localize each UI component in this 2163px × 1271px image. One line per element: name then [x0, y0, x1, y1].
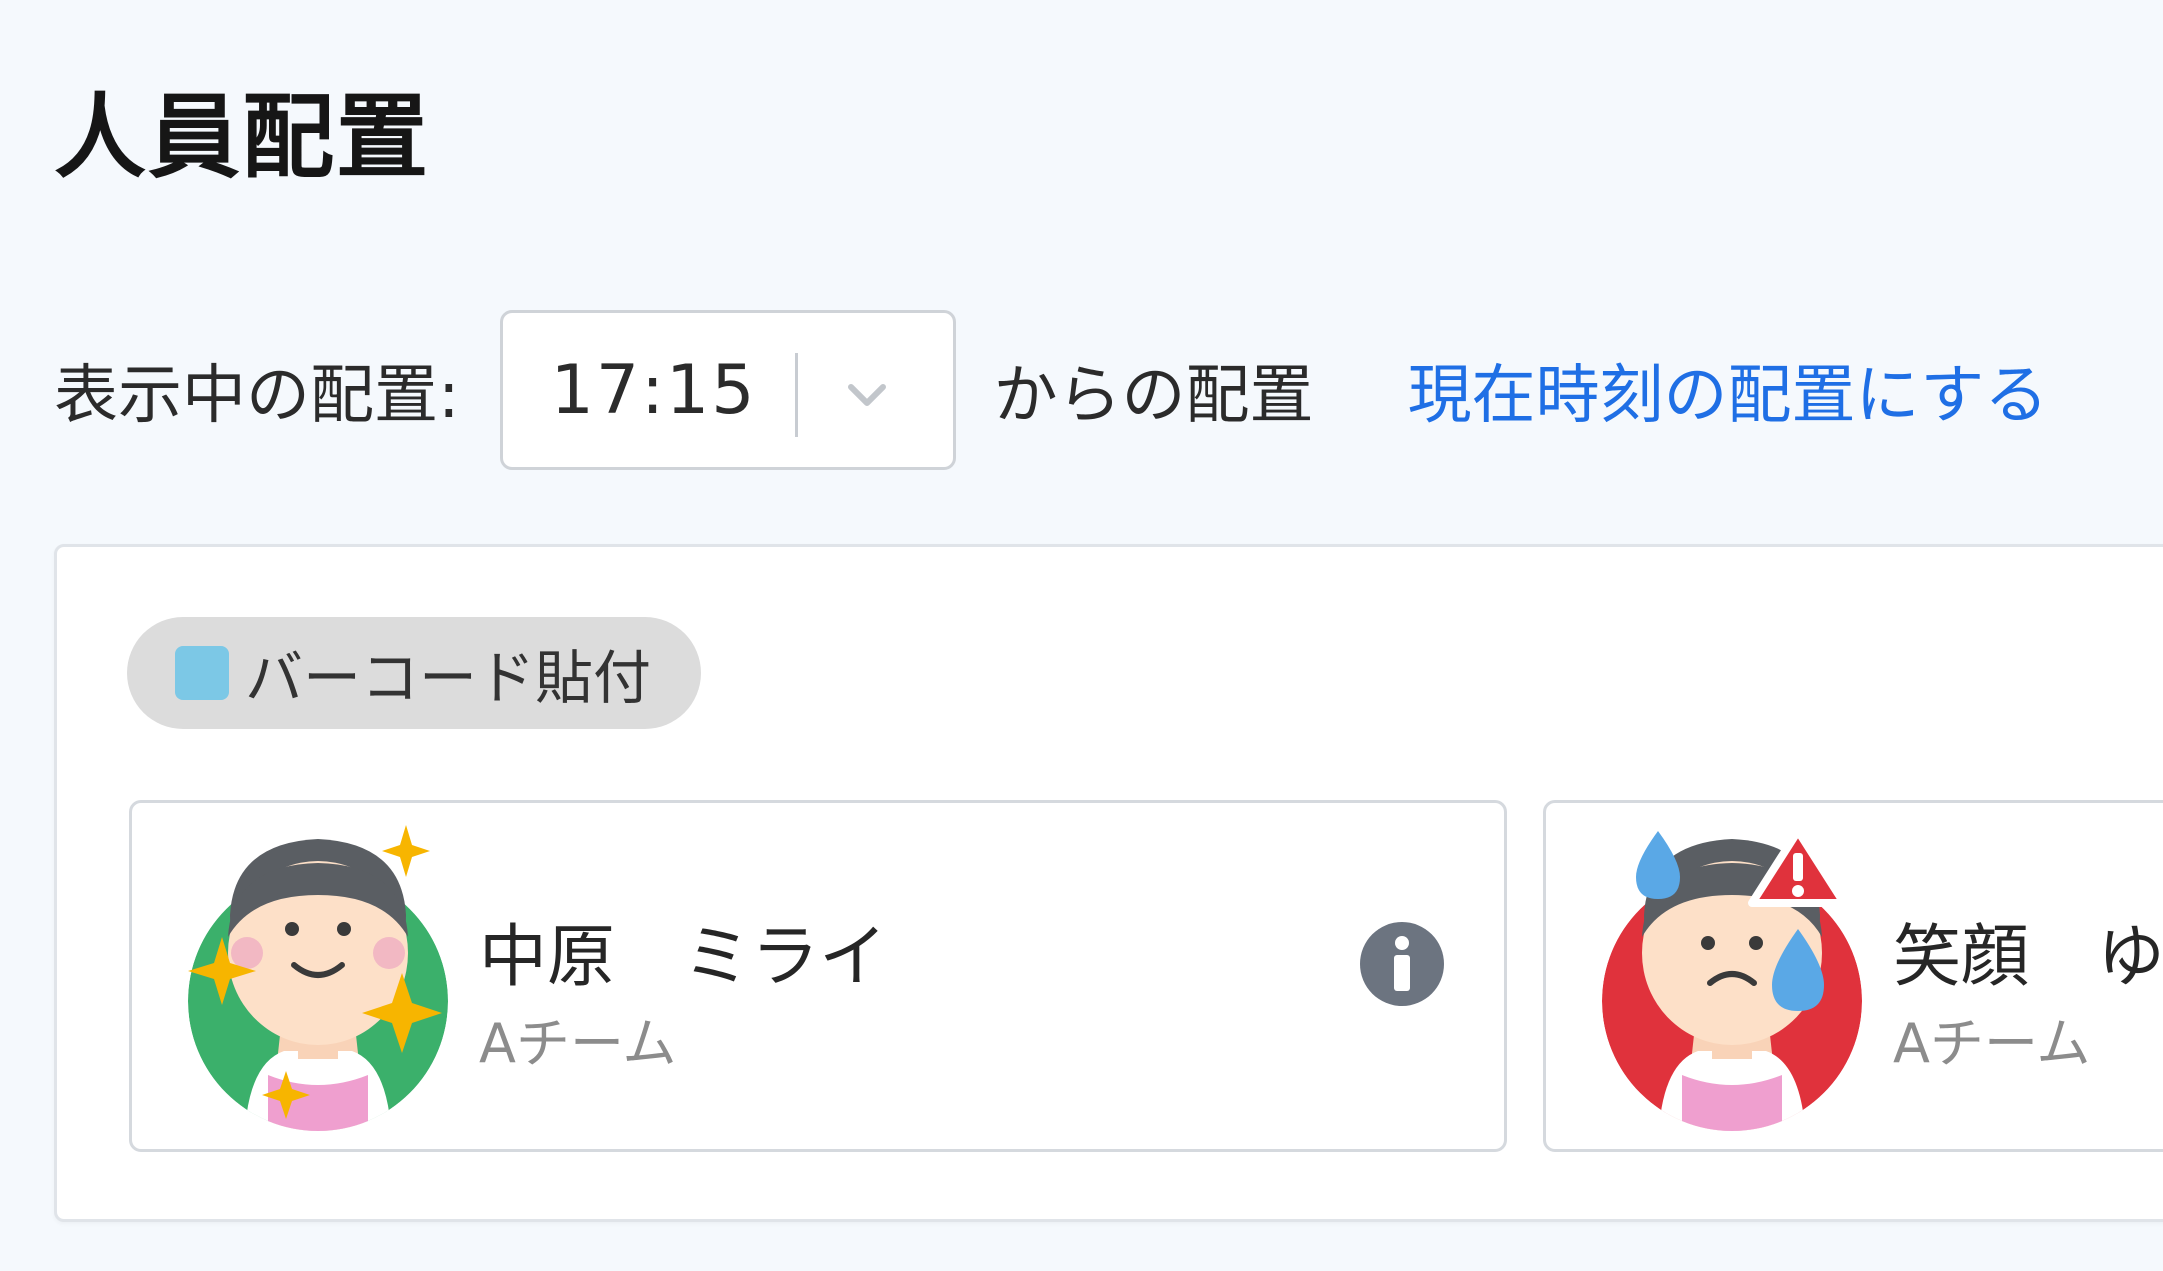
set-current-time-link[interactable]: 現在時刻の配置にする	[1408, 344, 2049, 436]
staff-card[interactable]: 中原 ミライ Aチーム	[129, 800, 1507, 1152]
task-label: バーコード貼付	[245, 644, 652, 712]
page-title: 人員配置	[54, 84, 431, 191]
staff-card[interactable]: 笑顔 ゆ Aチーム	[1543, 800, 2163, 1152]
task-chip[interactable]: バーコード貼付	[127, 617, 702, 729]
worried-staff-avatar-icon	[1602, 827, 1862, 1131]
time-select-value: 17:15	[550, 350, 757, 430]
select-divider	[794, 353, 798, 437]
arrangement-panel: バーコード貼付 中原 ミライ Aチーム 笑顔 ゆ Aチーム	[54, 544, 2163, 1222]
chevron-down-icon[interactable]	[829, 357, 905, 433]
staff-team: Aチーム	[479, 1012, 677, 1075]
arrangement-suffix: からの配置	[993, 359, 1314, 433]
staff-name: 中原 ミライ	[479, 918, 888, 997]
staff-team: Aチーム	[1893, 1012, 2091, 1075]
time-select[interactable]: 17:15	[499, 310, 956, 470]
task-color-swatch	[175, 646, 229, 700]
displayed-arrangement-label: 表示中の配置:	[54, 359, 460, 433]
info-icon[interactable]	[1359, 921, 1445, 1007]
staff-name: 笑顔 ゆ	[1893, 918, 2163, 997]
arrangement-toolbar: 表示中の配置: 17:15 からの配置 現在時刻の配置にする	[54, 308, 2048, 472]
happy-staff-avatar-icon	[188, 825, 448, 1131]
